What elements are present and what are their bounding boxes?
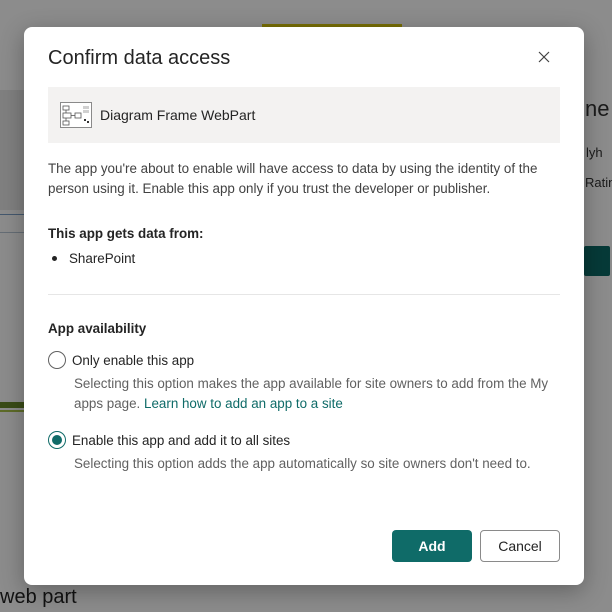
close-icon xyxy=(538,51,550,63)
app-card: Diagram Frame WebPart xyxy=(48,87,560,143)
data-source-label: SharePoint xyxy=(69,251,136,266)
radio-button[interactable] xyxy=(48,431,66,449)
radio-only-enable[interactable]: Only enable this app xyxy=(48,351,194,369)
radio-enable-all-sites[interactable]: Enable this app and add it to all sites xyxy=(48,431,290,449)
radio-label: Only enable this app xyxy=(72,352,195,368)
list-item: SharePoint xyxy=(48,251,135,266)
availability-heading: App availability xyxy=(48,321,147,336)
data-sources-heading: This app gets data from: xyxy=(48,226,204,241)
option-description: Selecting this option makes the app avai… xyxy=(74,374,564,414)
radio-button[interactable] xyxy=(48,351,66,369)
radio-label: Enable this app and add it to all sites xyxy=(72,432,291,448)
option-description: Selecting this option adds the app autom… xyxy=(74,454,564,474)
add-button[interactable]: Add xyxy=(392,530,472,562)
option-description-text: Selecting this option adds the app autom… xyxy=(74,456,531,471)
app-name: Diagram Frame WebPart xyxy=(100,107,256,123)
access-description: The app you're about to enable will have… xyxy=(48,161,538,196)
close-button[interactable] xyxy=(532,45,556,69)
confirm-data-access-dialog: Confirm data access Diagram Frame WebPar… xyxy=(24,27,584,585)
diagram-icon xyxy=(60,102,92,128)
dialog-title: Confirm data access xyxy=(48,47,231,69)
radio-selected-dot xyxy=(52,435,62,445)
section-divider xyxy=(48,294,560,295)
bullet-icon xyxy=(52,256,57,261)
cancel-button[interactable]: Cancel xyxy=(480,530,560,562)
data-sources-list: SharePoint xyxy=(48,251,135,266)
learn-more-link[interactable]: Learn how to add an app to a site xyxy=(144,396,343,411)
